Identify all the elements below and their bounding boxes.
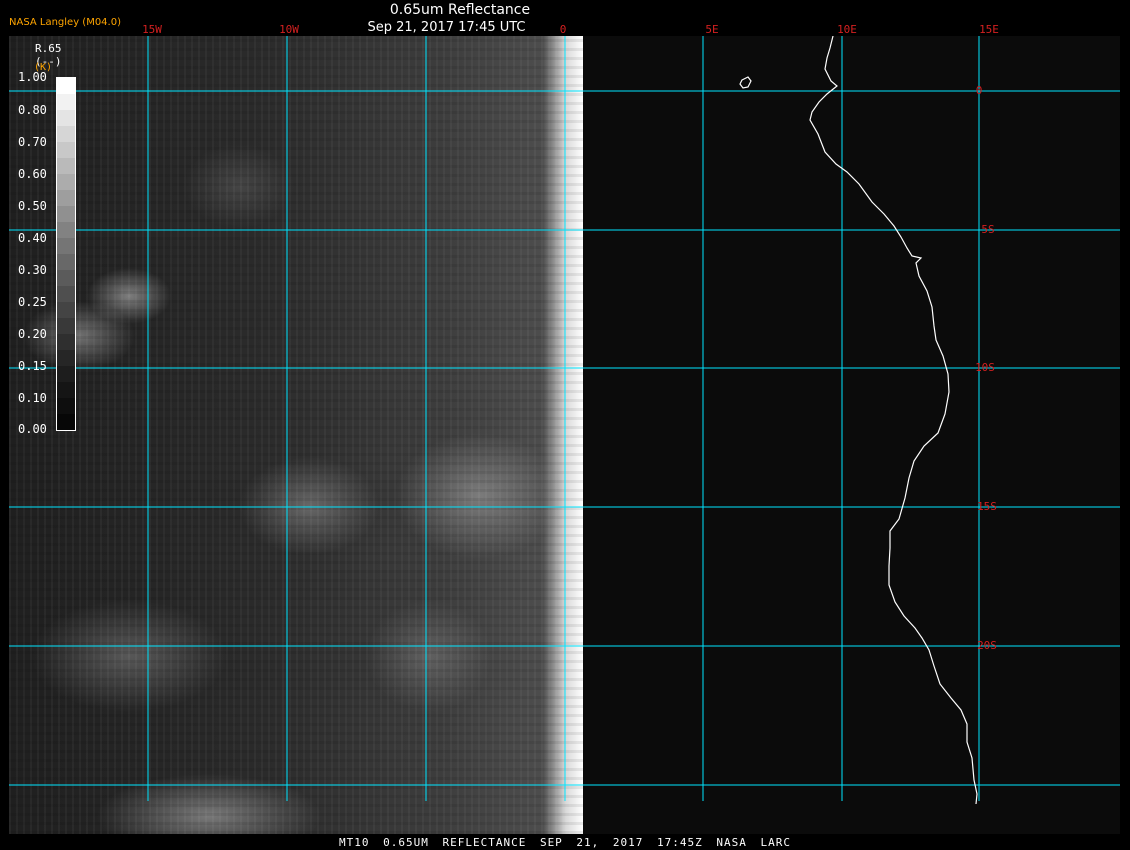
colorbar-segment [57, 158, 75, 174]
lat-label-15s: 15S [977, 500, 997, 513]
colorbar-segment [57, 254, 75, 270]
map-datetime: Sep 21, 2017 17:45 UTC [367, 20, 526, 35]
lat-lon-grid [9, 36, 1120, 805]
lat-label-5s: 5S [981, 223, 995, 236]
footer-caption: MT10 0.65UM REFLECTANCE SEP 21, 2017 17:… [339, 836, 791, 849]
lon-label-10w: 10W [279, 23, 299, 36]
colorbar-tick-label: 0.50 [18, 199, 47, 213]
colorbar-segment [57, 110, 75, 126]
colorbar-segment [57, 174, 75, 190]
colorbar-segment [57, 334, 75, 350]
colorbar-segment [57, 190, 75, 206]
colorbar-tick-label: 0.40 [18, 231, 47, 245]
map-title: 0.65um Reflectance [389, 2, 531, 18]
colorbar-segment [57, 318, 75, 334]
colorbar-tick-label: 0.25 [18, 295, 47, 309]
colorbar-tick-label: 0.70 [18, 135, 47, 149]
colorbar-tick-label: 0.00 [18, 422, 47, 436]
colorbar-segment [57, 142, 75, 158]
colorbar [56, 77, 76, 431]
colorbar-segment [57, 238, 75, 254]
colorbar-segment [57, 78, 75, 94]
colorbar-tick-label: 0.80 [18, 103, 47, 117]
colorbar-tick-label: 0.10 [18, 391, 47, 405]
lon-label-15w: 15W [142, 23, 162, 36]
colorbar-unit-name: R.65 [35, 42, 62, 55]
africa-coastline [809, 36, 978, 805]
colorbar-segment [57, 94, 75, 110]
map-frame [9, 36, 1120, 834]
colorbar-segment [57, 286, 75, 302]
colorbar-segment [57, 270, 75, 286]
lon-label-5e: 5E [705, 23, 719, 36]
colorbar-segment [57, 398, 75, 414]
lat-label-10s: 10S [975, 361, 995, 374]
lat-label-0: 0 [975, 84, 983, 97]
colorbar-segment [57, 414, 75, 430]
colorbar-tick-label: 0.30 [18, 263, 47, 277]
colorbar-segment [57, 126, 75, 142]
colorbar-segment [57, 382, 75, 398]
colorbar-segment [57, 222, 75, 238]
colorbar-tick-label: 0.20 [18, 327, 47, 341]
lon-label-10e: 10E [837, 23, 857, 36]
lon-label-15e: 15E [979, 23, 999, 36]
colorbar-tick-label: 0.60 [18, 167, 47, 181]
colorbar-tick-label: 0.15 [18, 359, 47, 373]
colorbar-segment [57, 350, 75, 366]
colorbar-segment [57, 206, 75, 222]
colorbar-segment [57, 366, 75, 382]
lat-label-20s: 20S [977, 639, 997, 652]
colorbar-tick-label: 1.00 [18, 70, 47, 84]
colorbar-segment [57, 302, 75, 318]
bioko-island [739, 76, 752, 89]
lon-label-0: 0 [559, 23, 567, 36]
